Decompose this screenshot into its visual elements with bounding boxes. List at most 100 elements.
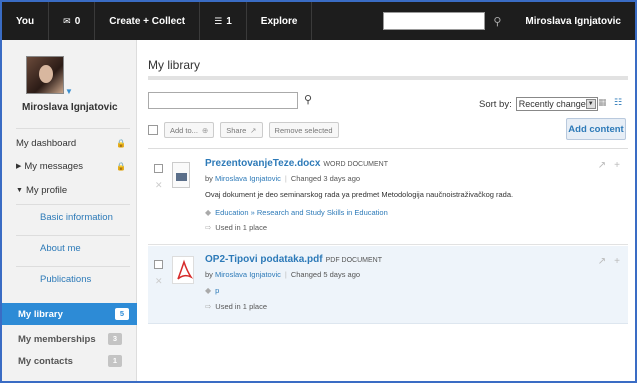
sort-select[interactable]: Recently changed ▼: [515, 97, 598, 111]
add-to-label: Add to...: [170, 125, 198, 135]
triangle-down-icon: ▼: [16, 186, 23, 194]
item-tags: ◆ Education » Research and Study Skills i…: [205, 208, 388, 217]
user-menu[interactable]: Miroslava Ignjatovic: [511, 2, 635, 40]
sidebar-item-publications[interactable]: Publications: [40, 268, 130, 290]
item-checkbox[interactable]: [154, 164, 163, 173]
pdf-logo-icon: [177, 259, 194, 280]
by-label: by: [205, 174, 213, 183]
row-actions: ↗ +: [598, 256, 620, 267]
document-thumbnail-icon[interactable]: [172, 162, 190, 188]
sidebar-item-about-me[interactable]: About me: [40, 237, 130, 259]
library-count-badge: 5: [115, 308, 129, 320]
add-to-icon: ⊕: [201, 125, 209, 135]
sidebar-item-profile[interactable]: ▼ My profile: [16, 179, 130, 201]
sidebar: ▼ Miroslava Ignjatovic My dashboard 🔒 ▶ …: [2, 40, 137, 381]
memberships-count-badge: 3: [108, 333, 122, 345]
share-icon[interactable]: ↗: [598, 256, 606, 267]
pdf-thumbnail-icon[interactable]: [172, 256, 194, 284]
item-title[interactable]: PrezentovanjeTeze.docx WORD DOCUMENT: [205, 158, 388, 169]
triangle-right-icon: ▶: [16, 163, 22, 170]
item-name[interactable]: OP2-Tipovi podataka.pdf: [205, 254, 323, 265]
item-used: ⇨ Used in 1 place: [205, 223, 267, 232]
sidebar-item-label: My dashboard: [16, 137, 77, 149]
author-link[interactable]: Miroslava Ignjatovic: [215, 270, 281, 279]
sort-select-value: Recently changed: [518, 99, 591, 109]
divider: [16, 128, 130, 129]
sidebar-item-label: My messages: [24, 160, 83, 172]
add-to-button[interactable]: Add to... ⊕: [164, 122, 215, 138]
sidebar-item-contacts[interactable]: My contacts 1: [18, 350, 130, 372]
share-button[interactable]: Share ↗: [220, 122, 263, 138]
item-name[interactable]: PrezentovanjeTeze.docx: [205, 158, 320, 169]
changed-text: Changed 5 days ago: [290, 270, 361, 279]
sidebar-item-label: My profile: [25, 184, 68, 196]
share-label: Share: [226, 125, 247, 135]
list-item: ✕ PrezentovanjeTeze.docx WORD DOCUMENT by…: [148, 150, 628, 245]
item-title[interactable]: OP2-Tipovi podataka.pdf PDF DOCUMENT: [205, 254, 382, 265]
chevron-down-icon[interactable]: ▼: [65, 87, 73, 96]
top-navigation-bar: You ✉ 0 Create + Collect ☰ 1 Explore ⚲ Mir…: [0, 0, 637, 40]
sidebar-user-name: Miroslava Ignjatovic: [22, 102, 118, 113]
item-type: PDF DOCUMENT: [325, 257, 382, 264]
add-icon[interactable]: +: [614, 256, 620, 267]
select-all-checkbox[interactable]: [148, 125, 158, 135]
messages-count: 0: [74, 15, 81, 27]
avatar-face: [39, 65, 53, 83]
sidebar-item-label: My contacts: [18, 355, 73, 367]
used-icon: ⇨: [205, 302, 212, 311]
title-underline: [148, 76, 628, 80]
search-icon[interactable]: ⚲: [493, 15, 501, 28]
grid-view-icon[interactable]: ▦: [598, 97, 607, 108]
explore-menu[interactable]: Explore: [247, 2, 313, 40]
item-checkbox[interactable]: [154, 260, 163, 269]
avatar[interactable]: [26, 56, 64, 94]
library-search-input[interactable]: [148, 92, 298, 109]
search-icon[interactable]: ⚲: [304, 93, 312, 106]
used-text: Used in 1 place: [215, 223, 267, 232]
lock-icon: 🔒: [116, 161, 126, 171]
create-collect-menu[interactable]: Create + Collect: [95, 2, 201, 40]
item-meta: by Miroslava Ignjatovic | Changed 5 days a…: [205, 270, 360, 279]
sidebar-item-messages[interactable]: ▶ My messages 🔒: [16, 155, 130, 177]
add-content-button[interactable]: Add content: [566, 118, 626, 140]
remove-selected-button[interactable]: Remove selected: [268, 122, 339, 138]
stack-menu[interactable]: ☰ 1: [200, 2, 247, 40]
close-icon[interactable]: ✕: [155, 276, 163, 287]
tag-link[interactable]: p: [215, 286, 219, 295]
sort-control: Sort by: Recently changed ▼: [479, 97, 598, 111]
stack-count: 1: [226, 15, 232, 27]
divider: [16, 204, 130, 205]
divider: [16, 266, 130, 267]
author-link[interactable]: Miroslava Ignjatovic: [215, 174, 281, 183]
top-search-input[interactable]: [383, 12, 486, 30]
messages-menu[interactable]: ✉ 0: [49, 2, 96, 40]
sidebar-item-label: My library: [18, 308, 63, 320]
user-name-top: Miroslava Ignjatovic: [525, 15, 621, 27]
share-icon: ↗: [250, 125, 257, 135]
list-view-icon[interactable]: ☷: [614, 97, 622, 108]
you-label: You: [16, 15, 35, 27]
item-meta: by Miroslava Ignjatovic | Changed 3 days a…: [205, 174, 360, 183]
top-search: ⚲: [373, 2, 511, 40]
sidebar-item-dashboard[interactable]: My dashboard 🔒: [16, 132, 130, 154]
row-actions: ↗ +: [598, 160, 620, 171]
sidebar-item-basic-information[interactable]: Basic information: [40, 206, 130, 228]
close-icon[interactable]: ✕: [155, 180, 163, 191]
explore-label: Explore: [260, 15, 298, 27]
lock-icon: 🔒: [116, 138, 126, 148]
divider: [148, 148, 628, 149]
share-icon[interactable]: ↗: [598, 160, 606, 171]
sidebar-item-memberships[interactable]: My memberships 3: [18, 328, 130, 350]
item-type: WORD DOCUMENT: [323, 161, 388, 168]
sort-label: Sort by:: [479, 98, 512, 110]
mail-icon: ✉: [63, 15, 71, 26]
tag-link[interactable]: Education » Research and Study Skills in…: [215, 208, 388, 217]
page-title: My library: [148, 58, 201, 72]
divider: [16, 235, 130, 236]
sidebar-item-library[interactable]: My library 5: [2, 303, 137, 325]
you-menu[interactable]: You: [2, 2, 50, 40]
add-icon[interactable]: +: [614, 160, 620, 171]
contacts-count-badge: 1: [108, 355, 122, 367]
chevron-down-icon: ▼: [585, 99, 596, 109]
by-label: by: [205, 270, 213, 279]
